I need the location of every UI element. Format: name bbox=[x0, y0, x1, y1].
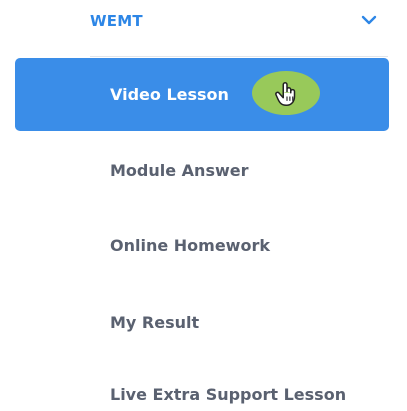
menu-item-video-lesson[interactable]: Video Lesson bbox=[15, 58, 389, 131]
menu-item-my-result[interactable]: My Result bbox=[110, 313, 199, 332]
menu-item-live-extra-support-lesson[interactable]: Live Extra Support Lesson bbox=[110, 385, 346, 404]
hand-pointer-icon bbox=[275, 82, 296, 106]
section-title: WEMT bbox=[90, 12, 143, 30]
section-header-wemt[interactable]: WEMT bbox=[90, 0, 388, 57]
menu-item-label: Video Lesson bbox=[110, 85, 229, 104]
chevron-down-icon[interactable] bbox=[359, 10, 379, 30]
menu-item-module-answer[interactable]: Module Answer bbox=[110, 161, 248, 180]
menu-item-online-homework[interactable]: Online Homework bbox=[110, 236, 270, 255]
